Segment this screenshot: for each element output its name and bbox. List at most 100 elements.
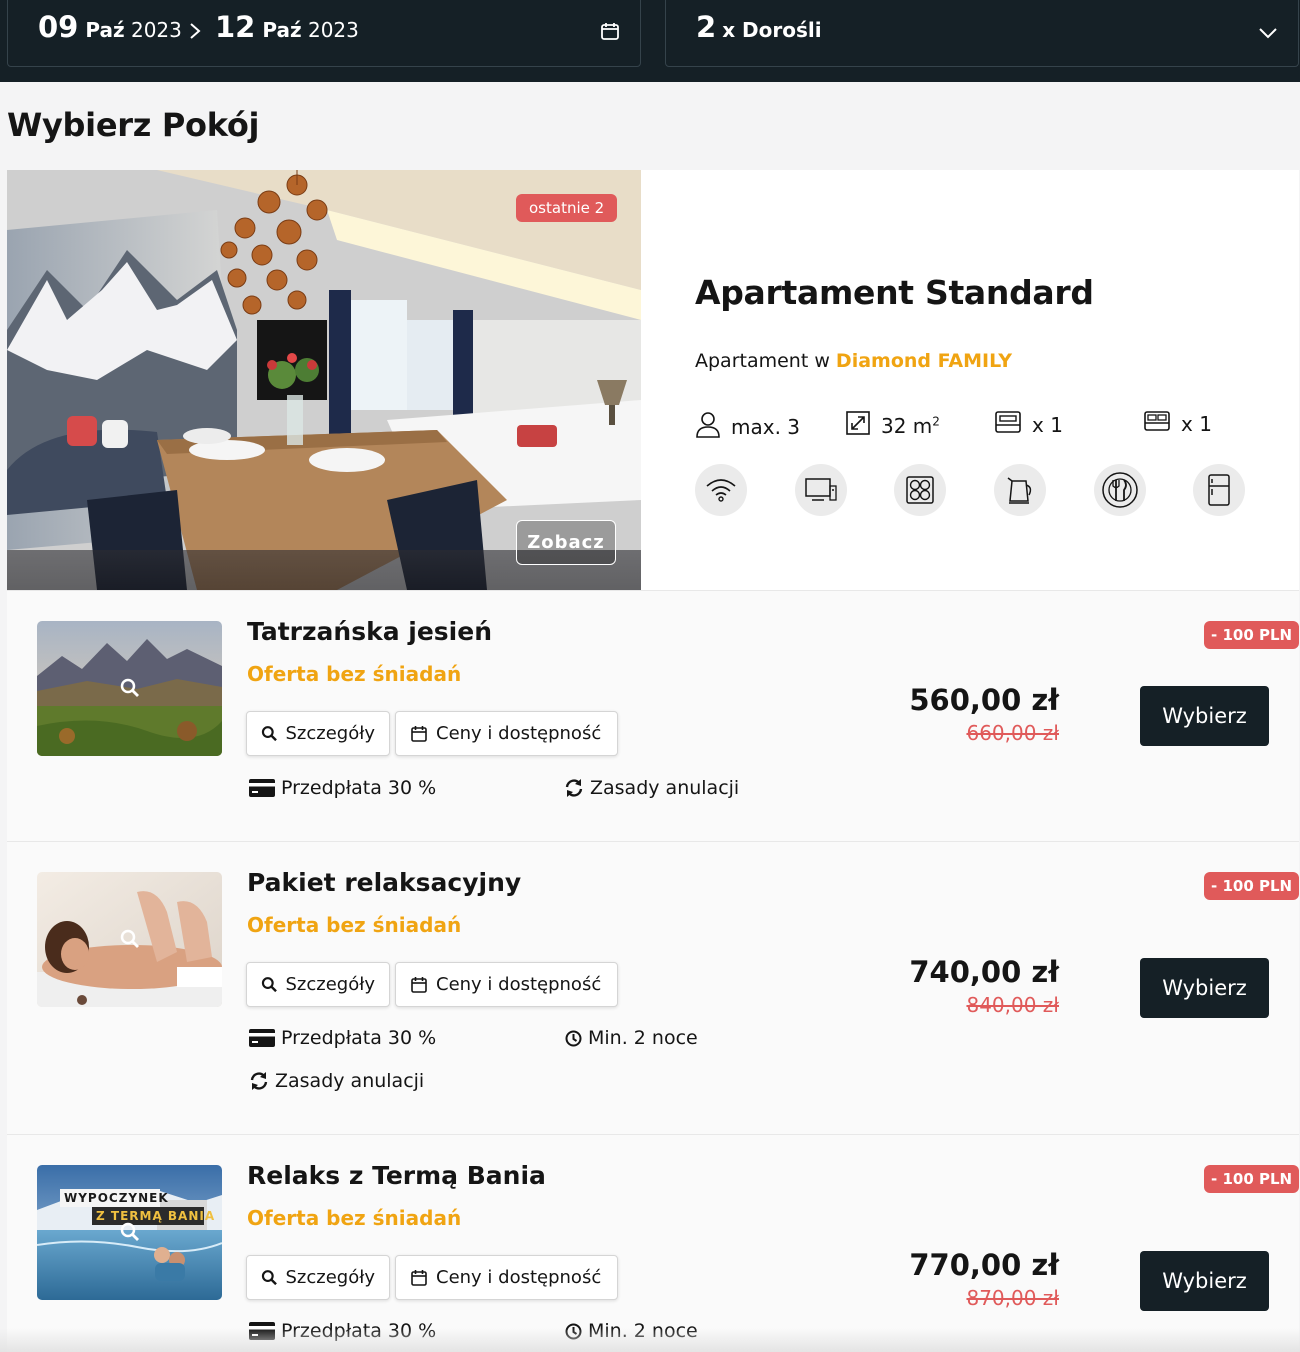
room-subtitle: Apartament w Diamond FAMILY [695,350,1012,372]
search-icon [261,1270,277,1286]
offer-card: Tatrzańska jesień Oferta bez śniadań Szc… [7,590,1300,841]
offer-card: WYPOCZYNEK Z TERMĄ BANIA Relaks z Termą … [7,1134,1300,1352]
offer-thumbnail[interactable]: WYPOCZYNEK Z TERMĄ BANIA [37,1165,222,1300]
discount-badge: - 100 PLN [1204,872,1300,900]
discount-badge: - 100 PLN [1204,621,1300,649]
details-button[interactable]: Szczegóły [246,711,390,756]
min-nights-info: Min. 2 noce [565,1027,698,1049]
clock-icon [565,1030,582,1046]
cancellation-info[interactable]: Zasady anulacji [564,777,739,799]
discount-badge: - 100 PLN [1204,1165,1300,1193]
guests-selector[interactable]: 2 x Dorośli [665,0,1299,67]
choose-button[interactable]: Wybierz [1140,958,1269,1018]
offer-card: Pakiet relaksacyjny Oferta bez śniadań S… [7,841,1300,1134]
room-name: Apartament Standard [695,273,1094,312]
prepayment-info: Przedpłata 30 % [249,777,436,799]
offer-title: Pakiet relaksacyjny [247,868,522,897]
offer-title: Tatrzańska jesień [247,617,493,646]
room-subtitle-prefix: Apartament w [695,350,830,372]
page-title: Wybierz Pokój [7,106,260,144]
checkout-day: 12 [215,10,256,44]
max-guests: max. 3 [695,410,800,443]
wifi-icon [695,464,747,516]
calendar-icon [411,1269,427,1286]
single-bed-icon [994,410,1022,439]
prices-label: Ceny i dostępność [436,974,602,995]
stove-icon [894,464,946,516]
prepayment-text: Przedpłata 30 % [281,1027,437,1049]
details-button[interactable]: Szczegóły [246,1255,390,1300]
thumb-caption-line1: WYPOCZYNEK [64,1191,169,1205]
offer-price: 770,00 zł [909,1248,1059,1282]
prices-availability-button[interactable]: Ceny i dostępność [395,711,618,756]
double-bed-icon [1143,410,1171,437]
search-icon [261,726,277,742]
offer-subtitle: Oferta bez śniadań [247,913,462,937]
refresh-icon [250,1072,268,1090]
guests-summary: 2 x Dorośli [696,10,822,44]
offer-old-price: 840,00 zł [966,993,1059,1017]
offer-thumbnail[interactable] [37,621,222,756]
checkout-month: Paź [262,18,302,42]
calendar-icon [411,976,427,993]
min-nights-text: Min. 2 noce [588,1027,698,1049]
area-unit-sup: 2 [932,413,940,428]
double-beds: x 1 [1143,410,1212,437]
calendar-icon[interactable] [600,21,620,45]
checkin-date: 09 Paź 2023 [38,10,182,44]
offer-old-price: 870,00 zł [966,1286,1059,1310]
refresh-icon [565,779,583,797]
cancellation-text: Zasady anulacji [275,1070,425,1092]
prices-label: Ceny i dostępność [436,723,602,744]
checkout-year: 2023 [307,18,359,42]
checkin-year: 2023 [130,18,182,42]
zoom-icon[interactable] [120,1222,140,1246]
see-gallery-button[interactable]: Zobacz [516,520,616,565]
area-icon [845,410,871,441]
offer-price: 740,00 zł [909,955,1059,989]
thumb-caption-line2: Z TERMĄ BANIA [96,1209,216,1223]
offer-subtitle: Oferta bez śniadań [247,662,462,686]
offer-old-price: 660,00 zł [966,721,1059,745]
chevron-down-icon[interactable] [1258,24,1278,43]
dining-icon [1094,464,1146,516]
prices-availability-button[interactable]: Ceny i dostępność [395,1255,618,1300]
checkout-date: 12 Paź 2023 [215,10,359,44]
date-range-picker[interactable]: 09 Paź 2023 12 Paź 2023 [7,0,641,67]
prices-availability-button[interactable]: Ceny i dostępność [395,962,618,1007]
search-bar: 09 Paź 2023 12 Paź 2023 2 x Dorośli [0,0,1300,82]
availability-badge: ostatnie 2 [516,194,618,222]
zoom-icon[interactable] [120,929,140,953]
max-guests-value: max. 3 [731,414,801,439]
details-button[interactable]: Szczegóły [246,962,390,1007]
credit-card-icon [249,1029,275,1047]
offer-thumbnail[interactable] [37,872,222,1007]
scroll-fade [0,1328,1300,1352]
details-label: Szczegóły [285,974,376,995]
room-photo[interactable]: ostatnie 2 Zobacz [7,170,641,590]
double-bed-count: x 1 [1181,411,1212,436]
chevron-right-icon [189,21,201,45]
offer-subtitle: Oferta bez śniadań [247,1206,462,1230]
kettle-icon [994,464,1046,516]
person-icon [695,410,721,443]
credit-card-icon [249,779,275,797]
room-card: ostatnie 2 Zobacz Apartament Standard Ap… [7,170,1299,590]
area-value: 32 m [881,413,933,438]
single-beds: x 1 [994,410,1063,439]
search-icon [261,977,277,993]
choose-button[interactable]: Wybierz [1140,686,1269,746]
hotel-name: Diamond FAMILY [835,350,1013,372]
zoom-icon[interactable] [120,678,140,702]
room-area: 32 m2 [845,410,940,441]
cancellation-info[interactable]: Zasady anulacji [249,1070,424,1092]
prepayment-text: Przedpłata 30 % [281,777,437,799]
checkin-day: 09 [38,10,79,44]
guests-label: x Dorośli [722,18,822,42]
cancellation-text: Zasady anulacji [590,777,740,799]
choose-button[interactable]: Wybierz [1140,1251,1269,1311]
calendar-icon [411,725,427,742]
guests-count: 2 [696,10,717,44]
details-label: Szczegóły [285,1267,376,1288]
offer-price: 560,00 zł [909,683,1059,717]
